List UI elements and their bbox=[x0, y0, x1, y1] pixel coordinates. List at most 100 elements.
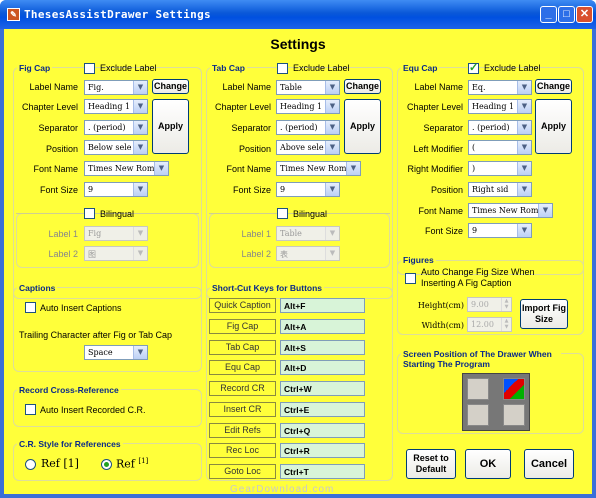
shortcut-name: Fig Cap bbox=[209, 319, 276, 334]
tab-label-name-select[interactable]: Table ▼ bbox=[276, 80, 340, 95]
close-button[interactable]: ✕ bbox=[576, 6, 593, 23]
fig-chapter-value: Heading 1 bbox=[88, 102, 131, 111]
tab-size-select[interactable]: 9 ▼ bbox=[276, 182, 340, 197]
screen-position-picker[interactable] bbox=[462, 373, 530, 431]
shortcut-name: Edit Refs bbox=[209, 423, 276, 438]
equ-change-button[interactable]: Change bbox=[535, 79, 572, 94]
shortcut-name: Goto Loc bbox=[209, 464, 276, 479]
fig-chapter-select[interactable]: Heading 1 ▼ bbox=[84, 99, 148, 114]
app-icon: ✎ bbox=[7, 8, 20, 21]
equ-label-name-label: Label Name bbox=[414, 82, 463, 92]
height-value: 9.00 bbox=[471, 300, 489, 309]
tab-label2-select[interactable]: 表 ▼ bbox=[276, 246, 340, 261]
height-spinner[interactable]: 9.00 ▲ ▼ bbox=[467, 297, 512, 312]
reset-to-default-button[interactable]: Reset to Default bbox=[406, 449, 456, 479]
chevron-down-icon: ▼ bbox=[517, 183, 531, 196]
shortcut-name: Record CR bbox=[209, 381, 276, 396]
tab-label-name-value: Table bbox=[280, 83, 302, 92]
cr-style-radio-superscript[interactable] bbox=[101, 459, 112, 470]
shortcut-name: Insert CR bbox=[209, 402, 276, 417]
fig-bilingual-checkbox[interactable] bbox=[84, 208, 95, 219]
spin-arrows-icon: ▲ ▼ bbox=[501, 298, 511, 311]
chevron-down-icon: ▼ bbox=[346, 162, 360, 175]
tab-apply-button[interactable]: Apply bbox=[344, 99, 381, 154]
fig-change-button[interactable]: Change bbox=[152, 79, 189, 94]
position-bottom-left[interactable] bbox=[467, 404, 489, 426]
tab-position-select[interactable]: Above sele ▼ bbox=[276, 140, 340, 155]
shortcut-key-input[interactable]: Alt+F bbox=[280, 298, 365, 313]
equ-size-select[interactable]: 9 ▼ bbox=[468, 223, 532, 238]
fig-exclude-checkbox[interactable] bbox=[84, 63, 95, 74]
fig-font-value: Times New Roma bbox=[88, 164, 160, 173]
tab-separator-value: . (period) bbox=[280, 123, 318, 132]
chevron-down-icon: ▼ bbox=[133, 183, 147, 196]
tab-change-button[interactable]: Change bbox=[344, 79, 381, 94]
tab-bilingual-checkbox[interactable] bbox=[277, 208, 288, 219]
tab-label1-label: Label 1 bbox=[241, 229, 271, 239]
equ-label-name-select[interactable]: Eq. ▼ bbox=[468, 80, 532, 95]
shortcut-key-input[interactable]: Ctrl+E bbox=[280, 402, 365, 417]
equ-chapter-value: Heading 1 bbox=[472, 102, 515, 111]
auto-change-fig-size-checkbox[interactable] bbox=[405, 273, 416, 284]
tab-label1-select[interactable]: Table ▼ bbox=[276, 226, 340, 241]
equ-position-select[interactable]: Right sid ▼ bbox=[468, 182, 532, 197]
fig-label1-select[interactable]: Fig ▼ bbox=[84, 226, 148, 241]
equ-apply-button[interactable]: Apply bbox=[535, 99, 572, 154]
position-bottom-right[interactable] bbox=[503, 404, 525, 426]
screen-position-title: Screen Position of The Drawer When Start… bbox=[401, 349, 561, 369]
chevron-down-icon: ▼ bbox=[325, 100, 339, 113]
shortcut-key-input[interactable]: Ctrl+R bbox=[280, 443, 365, 458]
tab-chapter-select[interactable]: Heading 1 ▼ bbox=[276, 99, 340, 114]
equ-separator-label: Separator bbox=[423, 123, 463, 133]
shortcut-key-input[interactable]: Ctrl+W bbox=[280, 381, 365, 396]
import-fig-size-button[interactable]: Import Fig Size bbox=[520, 299, 568, 329]
position-top-left[interactable] bbox=[467, 378, 489, 400]
equ-chapter-select[interactable]: Heading 1 ▼ bbox=[468, 99, 532, 114]
shortcut-key-input[interactable]: Ctrl+T bbox=[280, 464, 365, 479]
width-spinner[interactable]: 12.00 ▲ ▼ bbox=[467, 317, 512, 332]
equ-exclude-checkbox[interactable] bbox=[468, 61, 479, 74]
tab-font-select[interactable]: Times New Roma ▼ bbox=[276, 161, 361, 176]
shortcut-key-input[interactable]: Ctrl+Q bbox=[280, 423, 365, 438]
equ-right-modifier-select[interactable]: ) ▼ bbox=[468, 161, 532, 176]
fig-label-name-select[interactable]: Fig. ▼ bbox=[84, 80, 148, 95]
cr-style-title: C.R. Style for References bbox=[17, 439, 123, 449]
fig-apply-button[interactable]: Apply bbox=[152, 99, 189, 154]
trailing-character-select[interactable]: Space ▼ bbox=[84, 345, 148, 360]
fig-cap-title: Fig Cap bbox=[17, 63, 53, 73]
tab-font-value: Times New Roma bbox=[280, 164, 352, 173]
chevron-down-icon: ▼ bbox=[133, 141, 147, 154]
cancel-button[interactable]: Cancel bbox=[524, 449, 574, 479]
title-bar[interactable]: ✎ ThesesAssistDrawer Settings _ □ ✕ bbox=[0, 0, 596, 29]
tab-exclude-checkbox[interactable] bbox=[277, 63, 288, 74]
equ-separator-select[interactable]: . (period) ▼ bbox=[468, 120, 532, 135]
fig-separator-select[interactable]: . (period) ▼ bbox=[84, 120, 148, 135]
minimize-button[interactable]: _ bbox=[540, 6, 557, 23]
equ-font-select[interactable]: Times New Roma ▼ bbox=[468, 203, 553, 218]
equ-left-modifier-select[interactable]: (▼ bbox=[468, 140, 532, 155]
shortcut-key-input[interactable]: Alt+A bbox=[280, 319, 365, 334]
position-top-right[interactable] bbox=[503, 378, 525, 400]
fig-font-select[interactable]: Times New Roma ▼ bbox=[84, 161, 169, 176]
cr-style-radio-bracket[interactable] bbox=[25, 459, 36, 470]
auto-insert-recorded-checkbox[interactable] bbox=[25, 404, 36, 415]
equ-chapter-label: Chapter Level bbox=[406, 102, 463, 112]
shortcut-key-input[interactable]: Alt+S bbox=[280, 340, 365, 355]
shortcuts-title: Short-Cut Keys for Buttons bbox=[210, 283, 325, 293]
shortcut-key-input[interactable]: Alt+D bbox=[280, 360, 365, 375]
auto-insert-captions-checkbox[interactable] bbox=[25, 302, 36, 313]
trailing-character-value: Space bbox=[88, 348, 113, 357]
maximize-button[interactable]: □ bbox=[558, 6, 575, 23]
chevron-down-icon: ▼ bbox=[517, 81, 531, 94]
tab-separator-select[interactable]: . (period) ▼ bbox=[276, 120, 340, 135]
fig-position-select[interactable]: Below sele ▼ bbox=[84, 140, 148, 155]
page-title: Settings bbox=[270, 36, 326, 52]
fig-size-value: 9 bbox=[88, 185, 94, 194]
ok-button[interactable]: OK bbox=[465, 449, 511, 479]
fig-bilingual-label: Bilingual bbox=[100, 209, 135, 219]
auto-insert-captions-label: Auto Insert Captions bbox=[40, 303, 122, 313]
equ-exclude-label: Exclude Label bbox=[484, 63, 541, 73]
fig-size-select[interactable]: 9 ▼ bbox=[84, 182, 148, 197]
chevron-down-icon: ▼ bbox=[133, 346, 147, 359]
fig-label2-select[interactable]: 图 ▼ bbox=[84, 246, 148, 261]
